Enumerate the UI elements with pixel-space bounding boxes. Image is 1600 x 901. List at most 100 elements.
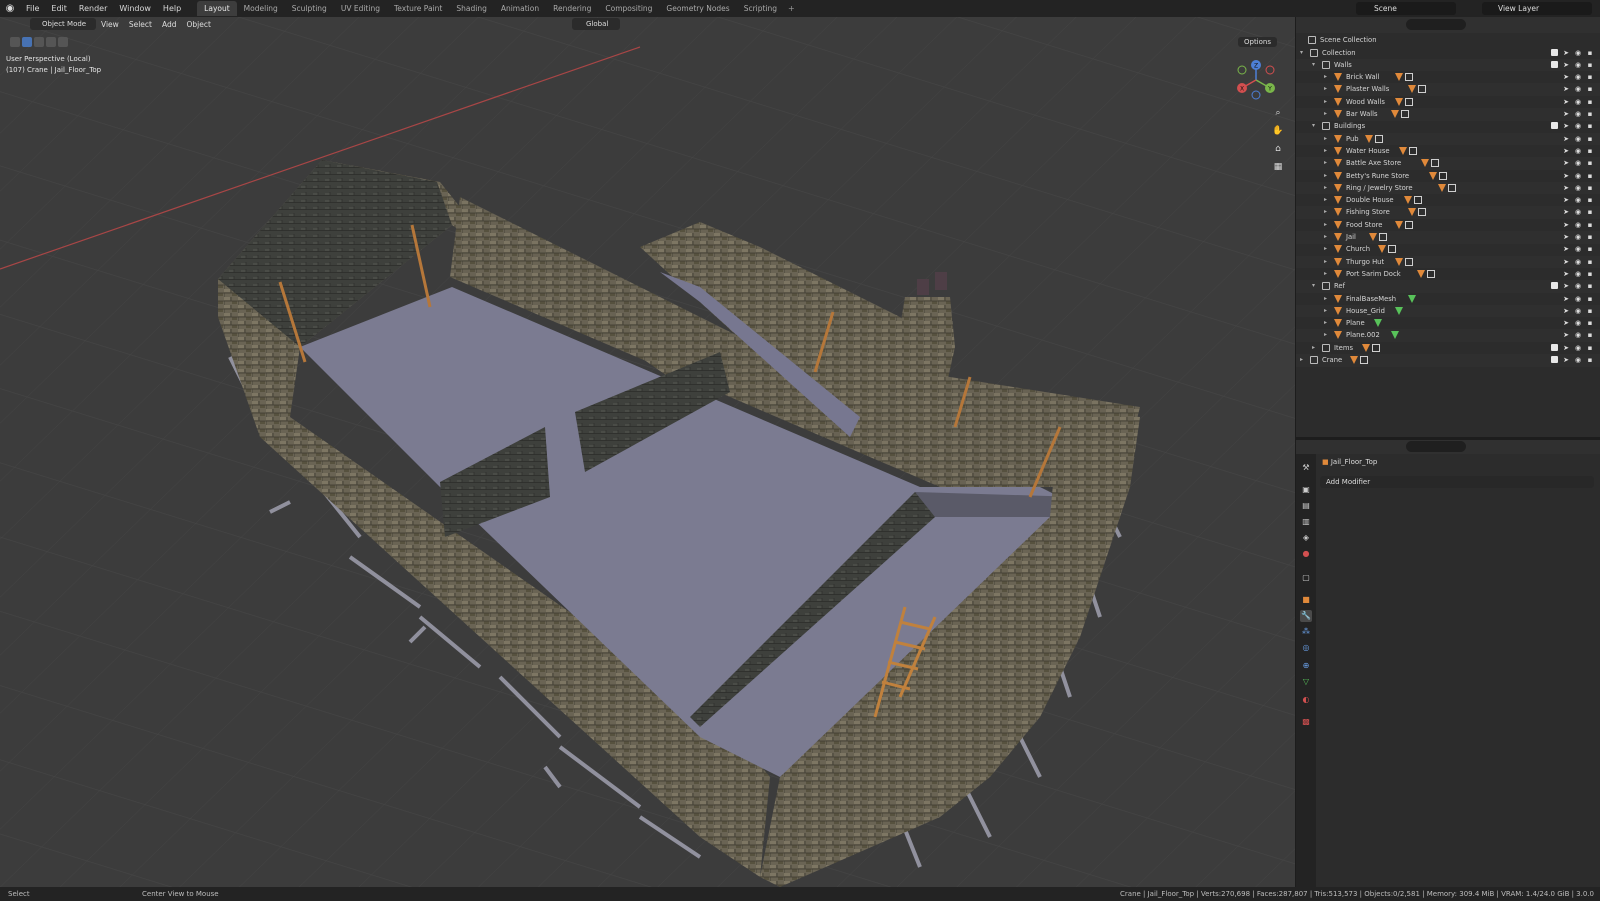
visibility-eye-icon[interactable]: ◉ [1574, 110, 1582, 118]
scene-collection-row[interactable]: Scene Collection [1296, 34, 1600, 47]
outliner-row[interactable]: ▾ Buildings ➤ ◉ ▪ [1296, 120, 1600, 133]
visibility-eye-icon[interactable]: ◉ [1574, 98, 1582, 106]
expand-arrow-icon[interactable]: ▸ [1324, 243, 1330, 256]
visibility-eye-icon[interactable]: ◉ [1574, 208, 1582, 216]
menu-window[interactable]: Window [113, 0, 157, 17]
select-toggle-icon[interactable]: ➤ [1562, 295, 1570, 303]
outliner-row[interactable]: ▸ FinalBaseMesh ➤ ◉ ▪ [1296, 293, 1600, 306]
select-toggle-icon[interactable]: ➤ [1562, 307, 1570, 315]
visibility-eye-icon[interactable]: ◉ [1574, 258, 1582, 266]
tab-scripting[interactable]: Scripting [737, 1, 784, 16]
transform-orientation-dropdown[interactable]: Global [572, 18, 620, 30]
outliner-row[interactable]: ▸ Battle Axe Store ➤ ◉ ▪ [1296, 157, 1600, 170]
tab-layout[interactable]: Layout [197, 1, 237, 16]
exclude-checkbox[interactable] [1551, 282, 1558, 290]
render-camera-icon[interactable]: ▪ [1586, 221, 1594, 229]
visibility-eye-icon[interactable]: ◉ [1574, 196, 1582, 204]
expand-arrow-icon[interactable]: ▸ [1312, 342, 1318, 355]
outliner-row[interactable]: ▸ Food Store ➤ ◉ ▪ [1296, 219, 1600, 232]
outliner-row[interactable]: ▸ Wood Walls ➤ ◉ ▪ [1296, 96, 1600, 109]
tab-animation[interactable]: Animation [494, 1, 546, 16]
tool-tab-icon[interactable]: ⚒ [1300, 462, 1312, 474]
select-tool-icon[interactable] [10, 37, 20, 47]
render-camera-icon[interactable]: ▪ [1586, 147, 1594, 155]
world-tab-icon[interactable]: ● [1300, 548, 1312, 560]
view-layer-selector[interactable]: View Layer [1482, 2, 1592, 15]
data-tab-icon[interactable]: ▽ [1300, 676, 1312, 688]
visibility-eye-icon[interactable]: ◉ [1574, 307, 1582, 315]
render-camera-icon[interactable]: ▪ [1586, 233, 1594, 241]
outliner-row[interactable]: ▸ Water House ➤ ◉ ▪ [1296, 145, 1600, 158]
expand-arrow-icon[interactable]: ▸ [1324, 108, 1330, 121]
exclude-checkbox[interactable] [1551, 60, 1558, 68]
outliner-row[interactable]: ▾ Collection ➤ ◉ ▪ [1296, 47, 1600, 60]
expand-arrow-icon[interactable]: ▸ [1324, 206, 1330, 219]
tab-modeling[interactable]: Modeling [237, 1, 285, 16]
outliner-row[interactable]: ▸ Fishing Store ➤ ◉ ▪ [1296, 206, 1600, 219]
exclude-checkbox[interactable] [1551, 356, 1558, 363]
render-camera-icon[interactable]: ▪ [1586, 331, 1594, 339]
outliner-row[interactable]: ▸ House_Grid ➤ ◉ ▪ [1296, 304, 1600, 318]
menu-help[interactable]: Help [157, 0, 187, 17]
visibility-eye-icon[interactable]: ◉ [1574, 221, 1582, 229]
expand-arrow-icon[interactable]: ▸ [1324, 133, 1330, 146]
visibility-eye-icon[interactable]: ◉ [1574, 245, 1582, 253]
select-toggle-icon[interactable]: ➤ [1562, 184, 1570, 192]
expand-arrow-icon[interactable]: ▸ [1324, 71, 1330, 84]
select-toggle-icon[interactable]: ➤ [1562, 135, 1570, 143]
visibility-eye-icon[interactable]: ◉ [1574, 61, 1582, 69]
texture-tab-icon[interactable]: ▩ [1300, 716, 1312, 728]
select-toggle-icon[interactable]: ➤ [1562, 147, 1570, 155]
vp-menu-view[interactable]: View [96, 20, 124, 29]
render-tab-icon[interactable]: ▣ [1300, 484, 1312, 496]
expand-arrow-icon[interactable]: ▸ [1324, 268, 1330, 281]
visibility-eye-icon[interactable]: ◉ [1574, 49, 1582, 57]
visibility-eye-icon[interactable]: ◉ [1574, 122, 1582, 130]
particles-tab-icon[interactable]: ⁂ [1300, 626, 1312, 638]
render-camera-icon[interactable]: ▪ [1586, 344, 1594, 352]
expand-arrow-icon[interactable]: ▸ [1324, 231, 1330, 244]
render-camera-icon[interactable]: ▪ [1586, 196, 1594, 204]
render-camera-icon[interactable]: ▪ [1586, 307, 1594, 315]
add-modifier-button[interactable]: Add Modifier [1320, 476, 1594, 488]
render-camera-icon[interactable]: ▪ [1586, 73, 1594, 81]
collection-tab-icon[interactable]: ▢ [1300, 572, 1312, 584]
material-tab-icon[interactable]: ◐ [1300, 694, 1312, 706]
select-box-icon[interactable] [22, 37, 32, 47]
scene-selector[interactable]: Scene [1356, 2, 1456, 15]
select-toggle-icon[interactable]: ➤ [1562, 122, 1570, 130]
render-camera-icon[interactable]: ▪ [1586, 245, 1594, 253]
select-toggle-icon[interactable]: ➤ [1562, 110, 1570, 118]
outliner-row[interactable]: ▸ Jail ➤ ◉ ▪ [1296, 231, 1600, 244]
select-toggle-icon[interactable]: ➤ [1562, 233, 1570, 241]
render-camera-icon[interactable]: ▪ [1586, 85, 1594, 93]
visibility-eye-icon[interactable]: ◉ [1574, 73, 1582, 81]
view-layer-tab-icon[interactable]: ▥ [1300, 516, 1312, 528]
select-toggle-icon[interactable]: ➤ [1562, 258, 1570, 266]
visibility-eye-icon[interactable]: ◉ [1574, 270, 1582, 278]
pan-hand-icon[interactable]: ✋ [1272, 125, 1284, 137]
expand-arrow-icon[interactable]: ▾ [1312, 59, 1318, 72]
scene-tab-icon[interactable]: ◈ [1300, 532, 1312, 544]
visibility-eye-icon[interactable]: ◉ [1574, 295, 1582, 303]
render-camera-icon[interactable]: ▪ [1586, 208, 1594, 216]
select-toggle-icon[interactable]: ➤ [1562, 172, 1570, 180]
outliner-row[interactable]: ▾ Walls ➤ ◉ ▪ [1296, 58, 1600, 72]
select-toggle-icon[interactable]: ➤ [1562, 356, 1570, 364]
outliner-row[interactable]: ▸ Ring / Jewelry Store ➤ ◉ ▪ [1296, 181, 1600, 195]
outliner-row[interactable]: ▸ Crane ➤ ◉ ▪ [1296, 354, 1600, 367]
select-extend-icon[interactable] [34, 37, 44, 47]
render-camera-icon[interactable]: ▪ [1586, 270, 1594, 278]
visibility-eye-icon[interactable]: ◉ [1574, 172, 1582, 180]
visibility-eye-icon[interactable]: ◉ [1574, 135, 1582, 143]
outliner-row[interactable]: ▾ Ref ➤ ◉ ▪ [1296, 280, 1600, 293]
select-toggle-icon[interactable]: ➤ [1562, 196, 1570, 204]
tab-texture-paint[interactable]: Texture Paint [387, 1, 449, 16]
outliner-row[interactable]: ▸ Betty's Rune Store ➤ ◉ ▪ [1296, 170, 1600, 183]
menu-render[interactable]: Render [73, 0, 113, 17]
add-workspace-icon[interactable]: + [784, 4, 799, 13]
expand-arrow-icon[interactable]: ▸ [1324, 182, 1330, 195]
visibility-eye-icon[interactable]: ◉ [1574, 282, 1582, 290]
visibility-eye-icon[interactable]: ◉ [1574, 319, 1582, 327]
select-toggle-icon[interactable]: ➤ [1562, 344, 1570, 352]
